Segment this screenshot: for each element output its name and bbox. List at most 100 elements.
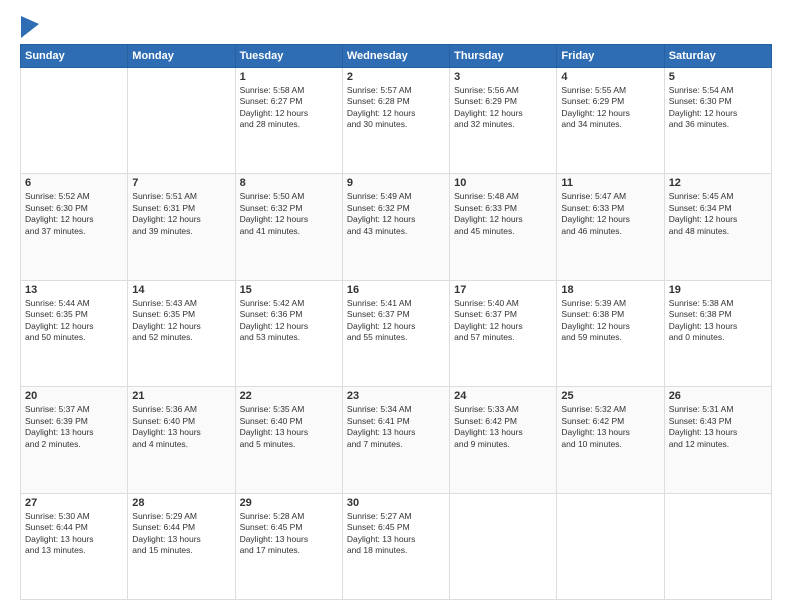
day-info: Sunrise: 5:39 AM Sunset: 6:38 PM Dayligh…	[561, 298, 659, 344]
day-info: Sunrise: 5:43 AM Sunset: 6:35 PM Dayligh…	[132, 298, 230, 344]
day-info: Sunrise: 5:36 AM Sunset: 6:40 PM Dayligh…	[132, 404, 230, 450]
day-number: 30	[347, 497, 445, 509]
calendar-cell: 2Sunrise: 5:57 AM Sunset: 6:28 PM Daylig…	[342, 68, 449, 174]
day-number: 8	[240, 177, 338, 189]
calendar-week-5: 27 Sunrise: 5:30 AM Sunset: 6:44 PM Dayli…	[21, 493, 772, 599]
day-number: 12	[669, 177, 767, 189]
day-info: Sunrise: 5:47 AM Sunset: 6:33 PM Dayligh…	[561, 191, 659, 237]
header	[20, 16, 772, 34]
day-number: 19	[669, 284, 767, 296]
day-number: 24	[454, 390, 552, 402]
day-header-monday: Monday	[128, 45, 235, 68]
day-number: 13	[25, 284, 123, 296]
day-number: 5	[669, 71, 767, 83]
day-number: 26	[669, 390, 767, 402]
calendar-cell: 18 Sunrise: 5:39 AM Sunset: 6:38 PM Dayli…	[557, 280, 664, 386]
day-info: Sunrise: 5:34 AM Sunset: 6:41 PM Dayligh…	[347, 404, 445, 450]
day-number: 17	[454, 284, 552, 296]
day-number: 18	[561, 284, 659, 296]
calendar-cell	[557, 493, 664, 599]
day-number: 27	[25, 497, 123, 509]
calendar-cell: 29Sunrise: 5:28 AM Sunset: 6:45 PM Dayli…	[235, 493, 342, 599]
day-info: Sunrise: 5:52 AM Sunset: 6:30 PM Dayligh…	[25, 191, 123, 237]
day-header-sunday: Sunday	[21, 45, 128, 68]
calendar-cell: 25 Sunrise: 5:32 AM Sunset: 6:42 PM Dayli…	[557, 387, 664, 493]
calendar-cell	[21, 68, 128, 174]
day-number: 16	[347, 284, 445, 296]
calendar-cell: 11 Sunrise: 5:47 AM Sunset: 6:33 PM Dayli…	[557, 174, 664, 280]
calendar-cell: 21 Sunrise: 5:36 AM Sunset: 6:40 PM Dayli…	[128, 387, 235, 493]
calendar-table: SundayMondayTuesdayWednesdayThursdayFrid…	[20, 44, 772, 600]
day-info: Sunrise: 5:48 AM Sunset: 6:33 PM Dayligh…	[454, 191, 552, 237]
day-info: Sunrise: 5:56 AM Sunset: 6:29 PM Dayligh…	[454, 85, 552, 131]
calendar-cell: 12 Sunrise: 5:45 AM Sunset: 6:34 PM Dayli…	[664, 174, 771, 280]
day-header-wednesday: Wednesday	[342, 45, 449, 68]
calendar-cell: 10 Sunrise: 5:48 AM Sunset: 6:33 PM Dayli…	[450, 174, 557, 280]
day-number: 10	[454, 177, 552, 189]
day-info: Sunrise: 5:40 AM Sunset: 6:37 PM Dayligh…	[454, 298, 552, 344]
day-info: Sunrise: 5:45 AM Sunset: 6:34 PM Dayligh…	[669, 191, 767, 237]
day-info: Sunrise: 5:38 AM Sunset: 6:38 PM Dayligh…	[669, 298, 767, 344]
calendar-cell	[128, 68, 235, 174]
day-info: Sunrise: 5:57 AM Sunset: 6:28 PM Dayligh…	[347, 85, 445, 131]
day-number: 4	[561, 71, 659, 83]
day-number: 21	[132, 390, 230, 402]
calendar-header-row: SundayMondayTuesdayWednesdayThursdayFrid…	[21, 45, 772, 68]
calendar-cell: 24 Sunrise: 5:33 AM Sunset: 6:42 PM Dayli…	[450, 387, 557, 493]
calendar-cell	[664, 493, 771, 599]
calendar-cell: 4 Sunrise: 5:55 AM Sunset: 6:29 PM Daylig…	[557, 68, 664, 174]
calendar-cell: 17 Sunrise: 5:40 AM Sunset: 6:37 PM Dayli…	[450, 280, 557, 386]
day-header-friday: Friday	[557, 45, 664, 68]
calendar-cell: 28 Sunrise: 5:29 AM Sunset: 6:44 PM Dayli…	[128, 493, 235, 599]
calendar-cell: 19 Sunrise: 5:38 AM Sunset: 6:38 PM Dayli…	[664, 280, 771, 386]
day-number: 28	[132, 497, 230, 509]
calendar-cell: 30 Sunrise: 5:27 AM Sunset: 6:45 PM Dayli…	[342, 493, 449, 599]
day-info: Sunrise: 5:41 AM Sunset: 6:37 PM Dayligh…	[347, 298, 445, 344]
day-number: 14	[132, 284, 230, 296]
calendar-cell: 8 Sunrise: 5:50 AM Sunset: 6:32 PM Daylig…	[235, 174, 342, 280]
calendar-cell	[450, 493, 557, 599]
calendar-cell: 20 Sunrise: 5:37 AM Sunset: 6:39 PM Dayli…	[21, 387, 128, 493]
day-info: Sunrise: 5:37 AM Sunset: 6:39 PM Dayligh…	[25, 404, 123, 450]
day-info: Sunrise: 5:35 AM Sunset: 6:40 PM Dayligh…	[240, 404, 338, 450]
calendar-cell: 9 Sunrise: 5:49 AM Sunset: 6:32 PM Daylig…	[342, 174, 449, 280]
day-info: Sunrise: 5:49 AM Sunset: 6:32 PM Dayligh…	[347, 191, 445, 237]
calendar-cell: 16 Sunrise: 5:41 AM Sunset: 6:37 PM Dayli…	[342, 280, 449, 386]
day-number: 1	[240, 71, 338, 83]
day-info: Sunrise: 5:42 AM Sunset: 6:36 PM Dayligh…	[240, 298, 338, 344]
calendar-cell: 6Sunrise: 5:52 AM Sunset: 6:30 PM Daylig…	[21, 174, 128, 280]
day-header-thursday: Thursday	[450, 45, 557, 68]
calendar-cell: 23Sunrise: 5:34 AM Sunset: 6:41 PM Dayli…	[342, 387, 449, 493]
day-info: Sunrise: 5:50 AM Sunset: 6:32 PM Dayligh…	[240, 191, 338, 237]
day-info: Sunrise: 5:54 AM Sunset: 6:30 PM Dayligh…	[669, 85, 767, 131]
calendar-week-3: 13 Sunrise: 5:44 AM Sunset: 6:35 PM Dayli…	[21, 280, 772, 386]
day-info: Sunrise: 5:30 AM Sunset: 6:44 PM Dayligh…	[25, 511, 123, 557]
day-number: 15	[240, 284, 338, 296]
calendar-cell: 3 Sunrise: 5:56 AM Sunset: 6:29 PM Daylig…	[450, 68, 557, 174]
page: SundayMondayTuesdayWednesdayThursdayFrid…	[0, 0, 792, 612]
day-number: 11	[561, 177, 659, 189]
calendar-cell: 7 Sunrise: 5:51 AM Sunset: 6:31 PM Daylig…	[128, 174, 235, 280]
day-number: 20	[25, 390, 123, 402]
logo-icon	[21, 16, 39, 38]
day-info: Sunrise: 5:27 AM Sunset: 6:45 PM Dayligh…	[347, 511, 445, 557]
calendar-cell: 27 Sunrise: 5:30 AM Sunset: 6:44 PM Dayli…	[21, 493, 128, 599]
calendar-cell: 14 Sunrise: 5:43 AM Sunset: 6:35 PM Dayli…	[128, 280, 235, 386]
day-info: Sunrise: 5:44 AM Sunset: 6:35 PM Dayligh…	[25, 298, 123, 344]
day-info: Sunrise: 5:32 AM Sunset: 6:42 PM Dayligh…	[561, 404, 659, 450]
day-number: 3	[454, 71, 552, 83]
day-header-saturday: Saturday	[664, 45, 771, 68]
day-number: 9	[347, 177, 445, 189]
day-number: 29	[240, 497, 338, 509]
day-info: Sunrise: 5:29 AM Sunset: 6:44 PM Dayligh…	[132, 511, 230, 557]
day-info: Sunrise: 5:58 AM Sunset: 6:27 PM Dayligh…	[240, 85, 338, 131]
calendar-cell: 26 Sunrise: 5:31 AM Sunset: 6:43 PM Dayli…	[664, 387, 771, 493]
day-number: 25	[561, 390, 659, 402]
day-info: Sunrise: 5:51 AM Sunset: 6:31 PM Dayligh…	[132, 191, 230, 237]
day-info: Sunrise: 5:33 AM Sunset: 6:42 PM Dayligh…	[454, 404, 552, 450]
calendar-week-1: 1 Sunrise: 5:58 AM Sunset: 6:27 PM Daylig…	[21, 68, 772, 174]
day-info: Sunrise: 5:55 AM Sunset: 6:29 PM Dayligh…	[561, 85, 659, 131]
day-info: Sunrise: 5:31 AM Sunset: 6:43 PM Dayligh…	[669, 404, 767, 450]
day-number: 22	[240, 390, 338, 402]
day-number: 7	[132, 177, 230, 189]
